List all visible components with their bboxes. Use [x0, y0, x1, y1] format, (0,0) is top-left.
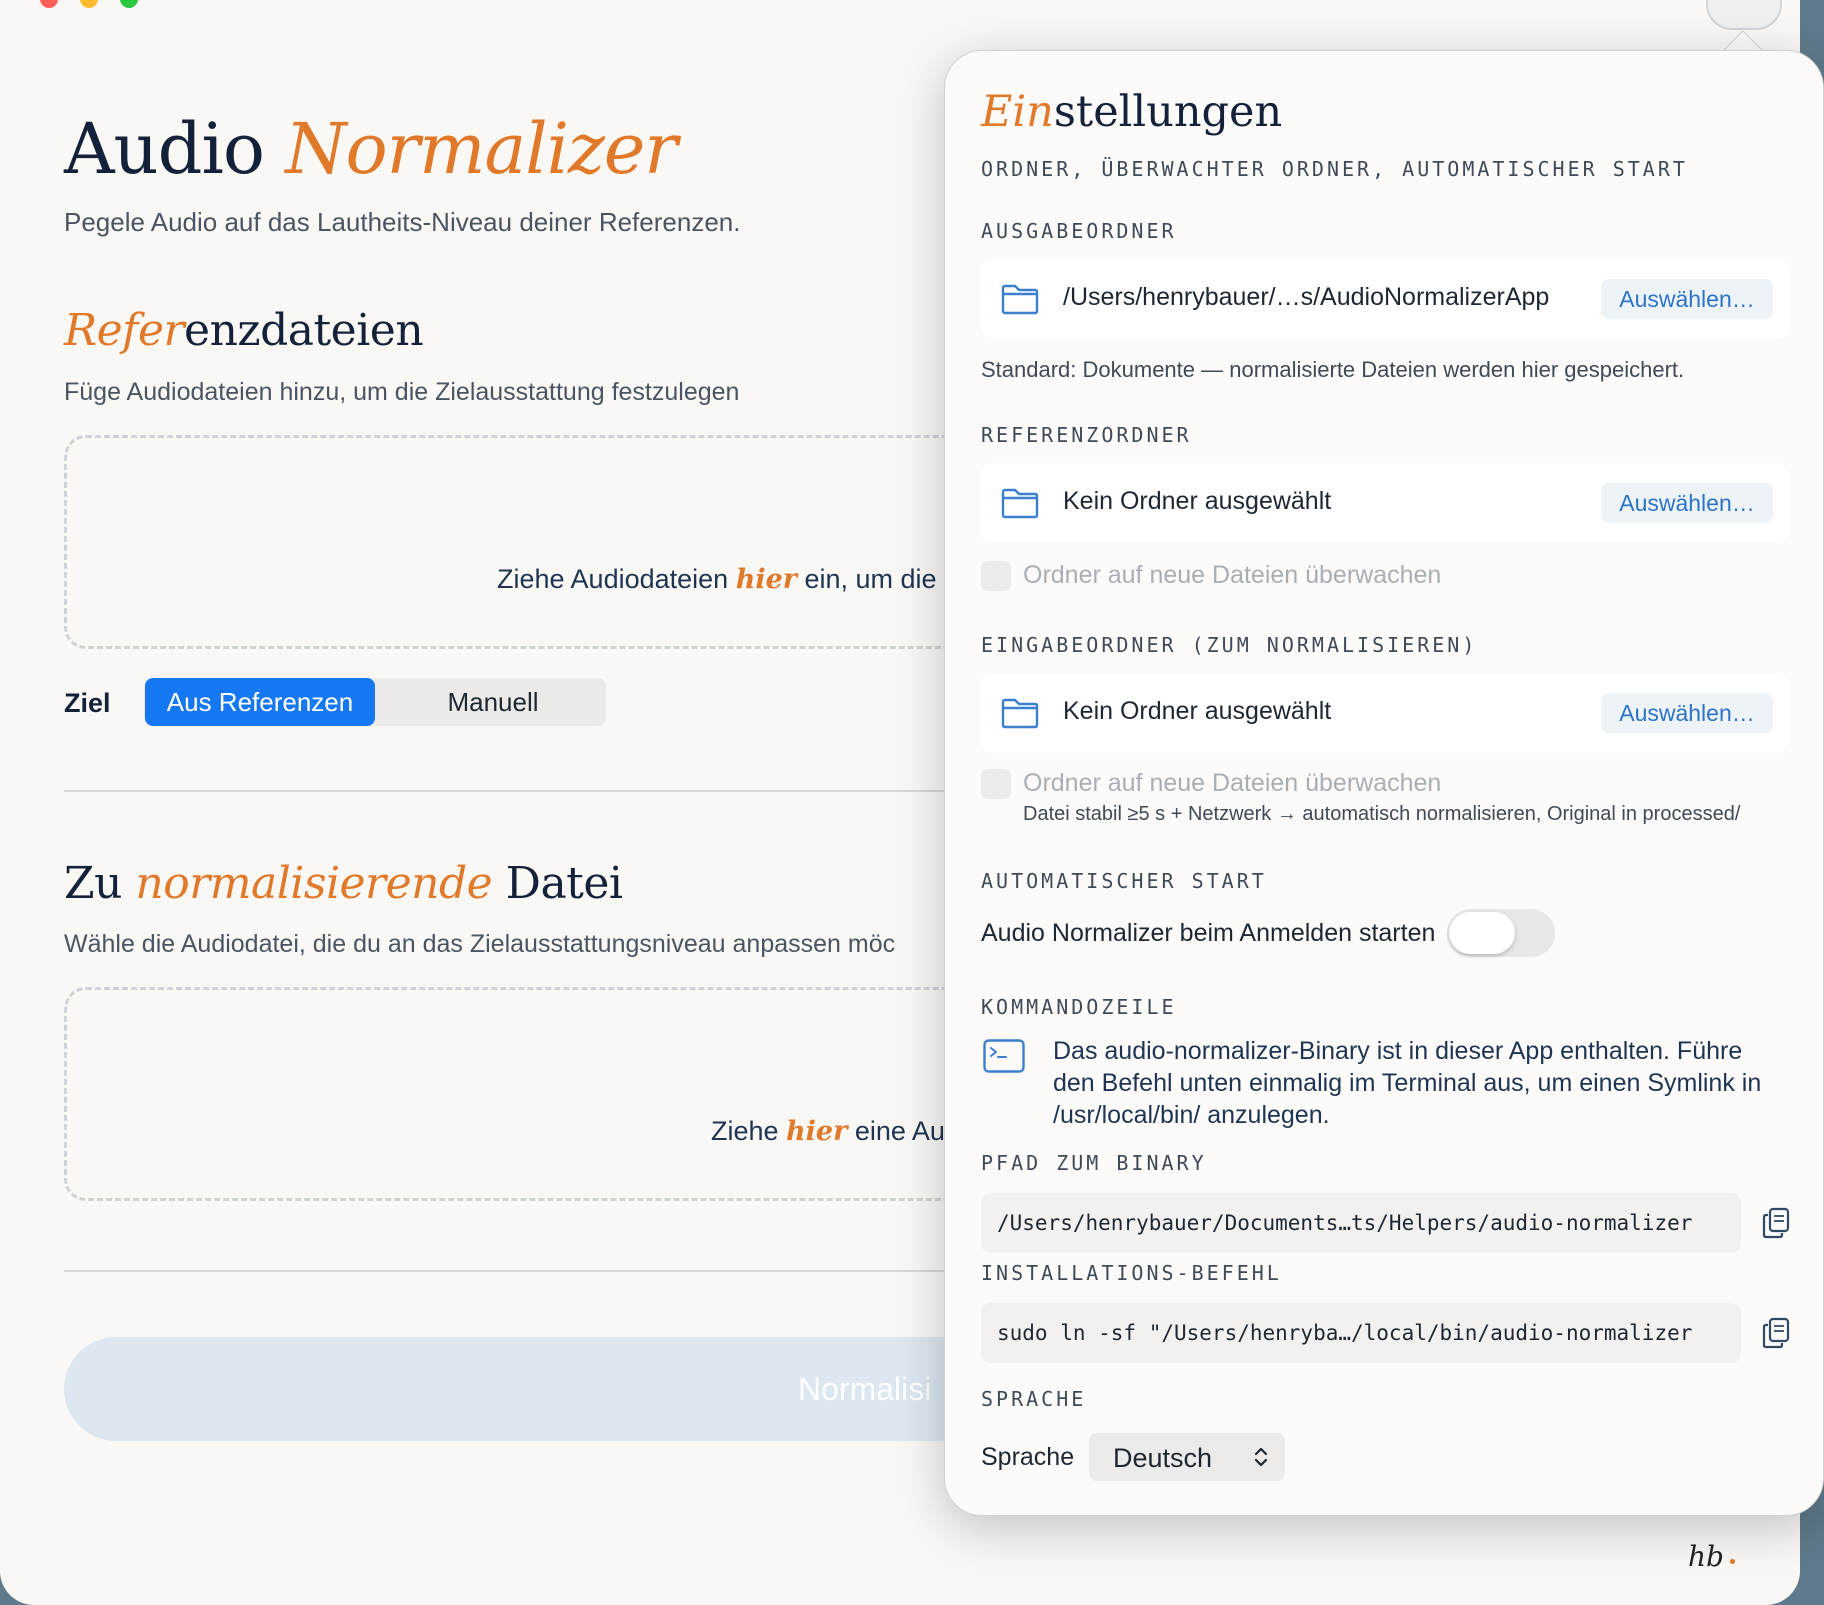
copy-icon[interactable]: [1761, 1317, 1791, 1349]
terminal-icon: [983, 1039, 1025, 1073]
install-command-field[interactable]: sudo ln -sf "/Users/henryba…/local/bin/a…: [981, 1303, 1741, 1363]
reference-watch-label: Ordner auf neue Dateien überwachen: [1023, 561, 1442, 589]
reference-folder-choose-button[interactable]: Auswählen…: [1601, 483, 1773, 523]
normalize-button-label: Normalisi: [798, 1371, 932, 1407]
language-select-value: Deutsch: [1113, 1443, 1213, 1473]
folder-icon: [1001, 488, 1039, 519]
chevron-up-down-icon: [1254, 1447, 1268, 1467]
cli-description: Das audio-normalizer-Binary ist in diese…: [1053, 1037, 1762, 1129]
references-title-accent: Refer: [64, 305, 185, 356]
target-segmented-control: Aus Referenzen Manuell: [144, 678, 606, 726]
reference-folder-row: Kein Ordner ausgewählt Auswählen…: [981, 463, 1789, 543]
folder-icon: [1001, 698, 1039, 729]
reference-watch-checkbox[interactable]: [981, 561, 1011, 591]
drop-text-after: ein, um die: [797, 564, 937, 594]
app-title-accent: Normalizer: [285, 108, 678, 190]
language-section-label: SPRACHE: [981, 1387, 1087, 1411]
target-option-manual[interactable]: Manuell: [380, 678, 606, 726]
toggle-knob: [1449, 912, 1515, 954]
language-select[interactable]: Deutsch: [1089, 1433, 1285, 1481]
target-label: Ziel: [64, 688, 111, 718]
settings-popover: Einstellungen ORDNER, ÜBERWACHTER ORDNER…: [944, 50, 1824, 1516]
drop-text-accent: hier: [786, 1116, 848, 1147]
input-watch-hint: Datei stabil ≥5 s + Netzwerk → automatis…: [1023, 803, 1741, 825]
input-file-title: Zu normalisierende Datei: [64, 858, 623, 909]
install-command-label: INSTALLATIONS-BEFEHL: [981, 1261, 1282, 1285]
footer-logo: hb: [1688, 1540, 1724, 1573]
app-title-plain: Audio: [64, 108, 286, 190]
binary-path-field[interactable]: /Users/henrybauer/Documents…ts/Helpers/a…: [981, 1193, 1741, 1253]
settings-title-plain: stellungen: [1053, 87, 1283, 137]
input-title-plain-1: Zu: [64, 858, 136, 909]
settings-title-accent: Ein: [981, 87, 1054, 137]
close-window-button[interactable]: [40, 0, 58, 8]
settings-title: Einstellungen: [981, 87, 1282, 137]
output-folder-path: /Users/henrybauer/…s/AudioNormalizerApp: [1063, 283, 1550, 311]
references-title: Referenzdateien: [64, 305, 424, 356]
input-file-subtitle: Wähle die Audiodatei, die du an das Ziel…: [64, 930, 896, 958]
reference-folder-path: Kein Ordner ausgewählt: [1063, 487, 1332, 515]
copy-icon[interactable]: [1761, 1207, 1791, 1239]
autostart-toggle[interactable]: [1447, 909, 1555, 957]
output-folder-hint: Standard: Dokumente — normalisierte Date…: [981, 357, 1685, 382]
input-folder-row: Kein Ordner ausgewählt Auswählen…: [981, 673, 1789, 753]
output-folder-row: /Users/henrybauer/…s/AudioNormalizerApp …: [981, 259, 1789, 339]
references-title-plain: enzdateien: [184, 305, 424, 356]
input-file-drop-text: Ziehe hier eine Au: [711, 1116, 945, 1147]
window-controls: [40, 0, 138, 8]
app-subtitle: Pegele Audio auf das Lautheits-Niveau de…: [64, 207, 741, 237]
settings-subtitle: ORDNER, ÜBERWACHTER ORDNER, AUTOMATISCHE…: [981, 157, 1688, 181]
settings-toolbar-button[interactable]: [1706, 0, 1782, 30]
language-field-label: Sprache: [981, 1443, 1075, 1471]
input-title-accent: normalisierende: [135, 858, 493, 909]
app-title: Audio Normalizer: [64, 108, 678, 190]
input-watch-checkbox[interactable]: [981, 769, 1011, 799]
drop-text-after: eine Au: [847, 1116, 945, 1146]
target-option-references[interactable]: Aus Referenzen: [145, 678, 375, 726]
references-subtitle: Füge Audiodateien hinzu, um die Zielauss…: [64, 378, 740, 406]
autostart-label: AUTOMATISCHER START: [981, 869, 1267, 893]
input-folder-label: EINGABEORDNER (ZUM NORMALISIEREN): [981, 633, 1478, 657]
footer-logo-dot: [1730, 1559, 1735, 1564]
input-watch-label: Ordner auf neue Dateien überwachen: [1023, 769, 1442, 797]
reference-folder-label: REFERENZORDNER: [981, 423, 1192, 447]
folder-icon: [1001, 284, 1039, 315]
drop-text-before: Ziehe Audiodateien: [497, 564, 736, 594]
binary-path-label: PFAD ZUM BINARY: [981, 1151, 1207, 1175]
output-folder-label: AUSGABEORDNER: [981, 219, 1177, 243]
input-folder-choose-button[interactable]: Auswählen…: [1601, 693, 1773, 733]
zoom-window-button[interactable]: [120, 0, 138, 8]
input-title-plain-2: Datei: [492, 858, 623, 909]
drop-text-before: Ziehe: [711, 1116, 787, 1146]
input-folder-path: Kein Ordner ausgewählt: [1063, 697, 1332, 725]
references-drop-text: Ziehe Audiodateien hier ein, um die: [497, 564, 937, 595]
minimize-window-button[interactable]: [80, 0, 98, 8]
cli-label: KOMMANDOZEILE: [981, 995, 1177, 1019]
drop-text-accent: hier: [735, 564, 797, 595]
output-folder-choose-button[interactable]: Auswählen…: [1601, 279, 1773, 319]
autostart-toggle-label: Audio Normalizer beim Anmelden starten: [981, 919, 1436, 947]
